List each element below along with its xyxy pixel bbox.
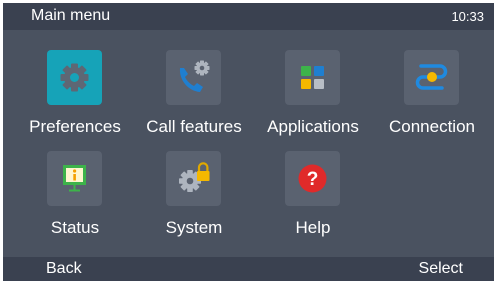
connection-link-icon	[415, 64, 448, 90]
menu-item-label: System	[165, 218, 223, 237]
menu-item-system[interactable]: System	[138, 151, 250, 246]
menu-item-label: Applications	[267, 117, 359, 136]
connection-tile	[404, 50, 459, 105]
help-question-icon: ?	[298, 164, 327, 193]
menu-item-label: Help	[295, 218, 331, 237]
menu-item-call-features[interactable]: Call features	[138, 50, 250, 145]
call-features-tile	[166, 50, 221, 105]
applications-tile	[285, 50, 340, 105]
clock: 10:33	[451, 9, 484, 24]
menu-item-label: Status	[50, 218, 100, 237]
system-tile	[166, 151, 221, 206]
status-info-screen-icon	[63, 165, 86, 192]
menu-item-preferences[interactable]: Preferences	[19, 50, 131, 145]
call-features-phone-gear-icon	[179, 60, 210, 92]
menu-item-label: Connection	[388, 117, 475, 136]
back-softkey[interactable]: Back	[46, 260, 82, 278]
main-menu-screen: Main menu 10:33 Preferences Call feature…	[3, 3, 494, 281]
svg-text:?: ?	[307, 169, 319, 190]
system-gear-lock-icon	[179, 162, 210, 192]
menu-item-status[interactable]: Status	[19, 151, 131, 246]
help-tile: ?	[285, 151, 340, 206]
applications-grid-icon	[301, 66, 324, 89]
select-softkey[interactable]: Select	[419, 260, 463, 278]
menu-item-help[interactable]: ? Help	[257, 151, 369, 246]
preferences-gear-icon	[60, 63, 89, 92]
status-bar: Main menu 10:33	[3, 3, 494, 30]
menu-item-label: Preferences	[29, 117, 121, 136]
status-tile	[47, 151, 102, 206]
page-title: Main menu	[31, 7, 111, 24]
menu-item-label: Call features	[146, 117, 242, 136]
softkey-bar: Back Select	[3, 257, 494, 281]
preferences-tile	[47, 50, 102, 105]
menu-item-applications[interactable]: Applications	[257, 50, 369, 145]
menu-item-connection[interactable]: Connection	[376, 50, 488, 145]
